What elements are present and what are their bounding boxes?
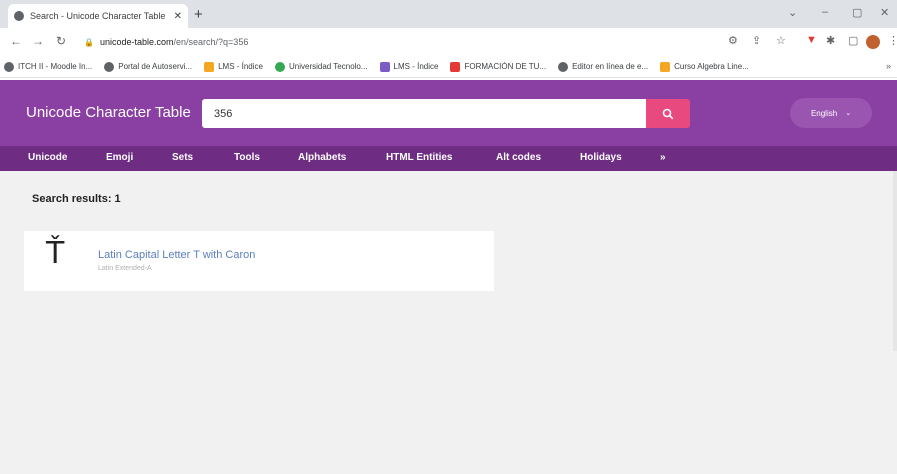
bookmark-icon [379,61,390,72]
bookmark-icon [204,61,215,72]
forward-icon[interactable]: → [32,34,44,48]
bookmark-item[interactable]: LMS - Índice [379,61,439,72]
bookmark-label: Editor en línea de e... [572,62,649,71]
tab-search-icon[interactable]: ⌄ [788,6,797,19]
nav-item-holidays[interactable]: Holidays [580,152,622,163]
nav-more-icon[interactable]: » [660,152,666,163]
bookmark-label: LMS - Índice [393,62,439,71]
bookmark-label: Portal de Autoservi... [118,62,193,71]
sidepanel-icon[interactable]: ▢ [848,34,858,47]
main-content: Search results: 1 Ť Latin Capital Letter… [0,171,897,474]
bookmark-item[interactable]: ITCH II - Moodle In... [4,61,93,72]
bookmark-icon [4,61,14,72]
share-icon[interactable]: ⇪ [752,34,761,47]
globe-icon [14,11,24,21]
bookmarks-more-icon[interactable]: » [886,61,891,71]
puzzle-icon[interactable]: ✱ [826,34,835,47]
site-nav: Unicode Emoji Sets Tools Alphabets HTML … [0,146,897,171]
bookmark-item[interactable]: LMS - Índice [204,61,263,72]
result-card[interactable]: Ť Latin Capital Letter T with Caron Lati… [24,231,494,291]
bookmark-icon [660,61,671,72]
nav-item-alt-codes[interactable]: Alt codes [496,152,541,163]
bookmarks-bar: ITCH II - Moodle In... Portal de Autoser… [0,56,897,78]
bookmark-label: Universidad Tecnolo... [288,62,368,71]
search-button[interactable] [646,99,690,128]
bookmark-icon [274,61,285,72]
new-tab-button[interactable]: + [194,6,203,23]
lock-icon: 🔒 [84,37,94,47]
site-header: Unicode Character Table English ⌄ [0,80,897,146]
nav-item-emoji[interactable]: Emoji [106,152,133,163]
bookmark-icon [450,61,461,72]
minimize-icon[interactable]: – [822,6,828,18]
nav-item-alphabets[interactable]: Alphabets [298,152,346,163]
nav-item-tools[interactable]: Tools [234,152,260,163]
bookmark-icon [558,61,569,72]
bookmark-label: FORMACIÓN DE TU... [464,62,547,71]
menu-icon[interactable]: ⋮ [888,34,897,47]
address-bar[interactable]: 🔒 unicode-table.com /en/search/?q=356 [84,32,704,52]
bookmark-label: Curso Algebra Line... [674,62,749,71]
search-input[interactable] [202,99,646,128]
bookmark-item[interactable]: Editor en línea de e... [558,61,649,72]
tab-close-icon[interactable]: ✕ [174,11,182,22]
character-name-link[interactable]: Latin Capital Letter T with Caron [98,249,255,261]
scrollbar[interactable] [893,171,897,351]
back-icon[interactable]: ← [10,34,22,48]
bookmark-label: ITCH II - Moodle In... [18,62,93,71]
browser-tab[interactable]: Search - Unicode Character Table ✕ [8,4,188,28]
maximize-icon[interactable]: ▢ [852,6,862,19]
browser-tab-bar: Search - Unicode Character Table ✕ + ⌄ –… [0,0,897,28]
character-block: Latin Extended-A [98,265,152,272]
bookmark-item[interactable]: Portal de Autoservi... [104,61,193,72]
bookmark-item[interactable]: FORMACIÓN DE TU... [450,61,547,72]
bookmark-item[interactable]: Curso Algebra Line... [660,61,749,72]
translate-icon[interactable]: ⚙ [728,34,738,47]
language-label: English [810,108,838,118]
nav-item-unicode[interactable]: Unicode [28,152,67,163]
address-path: /en/search/?q=356 [173,37,249,47]
nav-item-sets[interactable]: Sets [172,152,193,163]
language-selector[interactable]: English ⌄ [790,98,872,128]
nav-item-html-entities[interactable]: HTML Entities [386,152,452,163]
character-glyph[interactable]: Ť [46,239,64,269]
bookmark-icon [104,61,115,72]
site-logo[interactable]: Unicode Character Table [26,104,191,121]
avatar[interactable] [866,35,880,49]
address-host: unicode-table.com [99,37,174,47]
star-icon[interactable]: ☆ [776,34,786,47]
search-icon [662,108,674,119]
browser-toolbar: ← → ↻ 🔒 unicode-table.com /en/search/?q=… [0,28,897,56]
bookmark-item[interactable]: Universidad Tecnolo... [274,61,368,72]
window-close-icon[interactable]: ✕ [880,6,889,19]
reload-icon[interactable]: ↻ [56,34,66,48]
tab-title: Search - Unicode Character Table [30,11,166,21]
extension-icon[interactable]: ▼ [806,34,817,46]
bookmark-label: LMS - Índice [218,62,263,71]
chevron-down-icon: ⌄ [845,110,852,117]
results-title: Search results: 1 [32,193,121,205]
